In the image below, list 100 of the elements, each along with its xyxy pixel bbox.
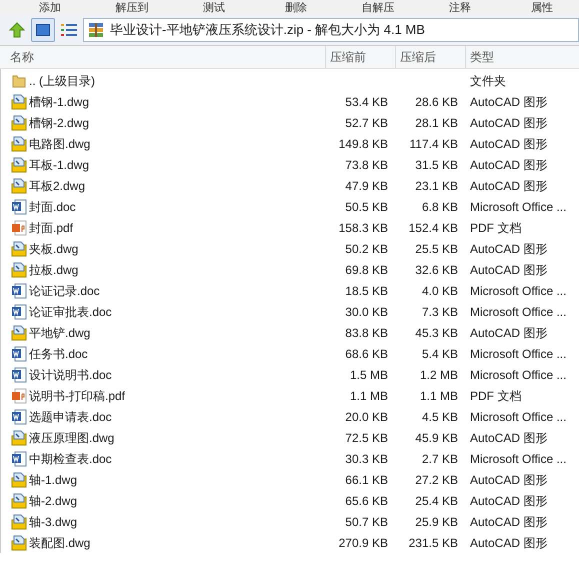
original-size: 69.8 KB [345, 262, 388, 276]
file-name[interactable]: 耳板-1.dwg [29, 156, 90, 174]
folder-icon [11, 72, 27, 88]
original-size: 53.4 KB [345, 94, 388, 108]
file-name[interactable]: 论证审批表.doc [29, 302, 112, 320]
drawing-file-icon [11, 430, 27, 446]
file-name[interactable]: 封面.pdf [29, 218, 74, 236]
file-name[interactable]: 任务书.doc [29, 344, 88, 362]
file-name[interactable]: 液压原理图.dwg [29, 428, 114, 446]
file-name[interactable]: 论证记录.doc [29, 282, 100, 300]
file-type: AutoCAD 图形 [470, 494, 548, 508]
file-type: AutoCAD 图形 [470, 178, 548, 192]
list-view-icon[interactable] [60, 22, 78, 38]
file-name[interactable]: 轴-1.dwg [29, 470, 78, 488]
file-name[interactable]: 夹板.dwg [29, 240, 78, 258]
file-name[interactable]: 耳板2.dwg [29, 176, 86, 194]
drawing-file-icon [11, 514, 27, 530]
drawing-file-icon [11, 472, 27, 488]
file-name[interactable]: 槽钢-2.dwg [29, 114, 90, 132]
original-size: 30.3 KB [345, 452, 388, 466]
toolbar-button[interactable]: 注释 [440, 2, 480, 14]
file-name[interactable]: 选题申请表.doc [29, 408, 112, 426]
original-size: 1.5 MB [350, 368, 388, 382]
compressed-size: 2.7 KB [422, 452, 458, 466]
compressed-size: 45.3 KB [415, 326, 458, 340]
address-field[interactable]: 毕业设计-平地铲液压系统设计.zip - 解包大小为 4.1 MB [83, 18, 579, 42]
compressed-size: 1.2 MB [420, 368, 458, 382]
compressed-size: 25.9 KB [415, 514, 458, 528]
file-type: PDF 文档 [470, 220, 522, 234]
original-size: 72.5 KB [345, 430, 388, 444]
file-name[interactable]: 设计说明书.doc [29, 366, 112, 384]
file-type: Microsoft Office ... [470, 346, 566, 360]
original-size: 270.9 KB [338, 536, 388, 550]
toolbar-button[interactable]: 解压到 [112, 2, 152, 14]
drawing-file-icon [11, 114, 27, 130]
word-document-icon [11, 304, 27, 320]
pdf-file-icon [11, 388, 27, 404]
file-name[interactable]: 槽钢-1.dwg [29, 92, 90, 110]
drawing-file-icon [11, 492, 27, 508]
original-size: 47.9 KB [345, 178, 388, 192]
compressed-size: 23.1 KB [415, 178, 458, 192]
compressed-size: 117.4 KB [410, 136, 458, 150]
drawing-file-icon [11, 534, 27, 550]
original-size: 18.5 KB [345, 284, 388, 298]
compressed-size: 25.4 KB [415, 494, 458, 508]
file-type: Microsoft Office ... [470, 304, 566, 318]
archive-path: 毕业设计-平地铲液压系统设计.zip - 解包大小为 4.1 MB [110, 20, 425, 39]
file-type: Microsoft Office ... [470, 452, 566, 466]
file-name[interactable]: 中期检查表.doc [29, 450, 112, 468]
word-document-icon [11, 366, 27, 382]
toolbar-button[interactable]: 删除 [276, 2, 316, 14]
file-type: AutoCAD 图形 [470, 94, 548, 108]
column-header[interactable]: 类型 [465, 46, 579, 68]
compressed-size: 28.6 KB [415, 94, 458, 108]
compressed-size: 27.2 KB [415, 472, 458, 486]
drawing-file-icon [11, 94, 27, 110]
original-size: 149.8 KB [338, 136, 388, 150]
column-header[interactable]: 名称 [0, 46, 325, 68]
file-type: AutoCAD 图形 [470, 514, 548, 528]
toolbar-button[interactable]: 属性 [522, 2, 562, 14]
pdf-file-icon [11, 220, 27, 236]
word-document-icon [11, 346, 27, 362]
file-type: AutoCAD 图形 [470, 136, 548, 150]
file-name[interactable]: 封面.doc [29, 198, 76, 216]
toolbar-button[interactable]: 测试 [194, 2, 234, 14]
file-name[interactable]: 说明书-打印稿.pdf [29, 386, 126, 404]
file-name[interactable]: 装配图.dwg [29, 534, 90, 552]
compressed-size: 4.0 KB [422, 284, 458, 298]
file-name[interactable]: 拉板.dwg [29, 260, 78, 278]
file-type: Microsoft Office ... [470, 410, 566, 424]
drawing-file-icon [11, 262, 27, 278]
file-type: AutoCAD 图形 [470, 326, 548, 340]
word-document-icon [11, 282, 27, 298]
file-name[interactable]: 电路图.dwg [29, 134, 90, 152]
compressed-size: 7.3 KB [422, 304, 458, 318]
compressed-size: 25.5 KB [415, 242, 458, 256]
drawing-file-icon [11, 324, 27, 340]
column-header[interactable]: 压缩前 [325, 46, 395, 68]
file-name[interactable]: 平地铲.dwg [29, 324, 90, 342]
file-name[interactable]: 轴-2.dwg [29, 492, 78, 510]
file-type: AutoCAD 图形 [470, 430, 548, 444]
file-type: PDF 文档 [470, 388, 522, 402]
compressed-size: 45.9 KB [415, 430, 458, 444]
toolbar-button[interactable]: 自解压 [358, 2, 398, 14]
view-icon[interactable] [31, 18, 55, 42]
file-name[interactable]: .. (上级目录) [29, 72, 95, 90]
toolbar-button[interactable]: 添加 [30, 2, 70, 14]
word-document-icon [11, 198, 27, 214]
word-document-icon [11, 450, 27, 466]
compressed-size: 152.4 KB [408, 220, 458, 234]
file-type: AutoCAD 图形 [470, 262, 548, 276]
file-type: 文件夹 [470, 74, 506, 88]
file-type: AutoCAD 图形 [470, 242, 548, 256]
column-header[interactable]: 压缩后 [395, 46, 465, 68]
compressed-size: 28.1 KB [415, 116, 458, 130]
original-size: 66.1 KB [345, 472, 388, 486]
file-type: Microsoft Office ... [470, 284, 566, 298]
file-name[interactable]: 轴-3.dwg [29, 512, 78, 530]
up-arrow-icon[interactable] [8, 20, 26, 38]
original-size: 20.0 KB [345, 410, 388, 424]
